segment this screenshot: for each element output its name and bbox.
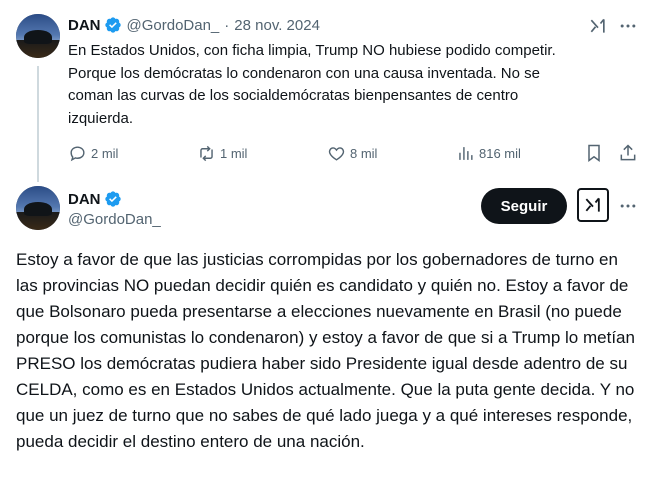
thread-line xyxy=(37,66,39,182)
grok-icon xyxy=(585,197,600,212)
reply-icon xyxy=(70,145,85,161)
tweet-date[interactable]: 28 nov. 2024 xyxy=(234,17,320,34)
author-name[interactable]: DAN xyxy=(68,191,101,208)
tweet-actions: 2 mil 1 mil 8 mil 816 mil xyxy=(68,142,640,164)
author-name[interactable]: DAN xyxy=(68,17,101,34)
grok-button[interactable] xyxy=(577,188,609,222)
tweet-header: DAN @GordoDan_ · 28 nov. 2024 xyxy=(68,15,320,35)
author-handle[interactable]: @GordoDan_ xyxy=(127,17,220,34)
verified-badge-icon xyxy=(104,17,121,33)
tweet-text: Estoy a favor de que las justicias corro… xyxy=(16,250,635,451)
views-button[interactable]: 816 mil xyxy=(456,142,521,164)
more-icon[interactable] xyxy=(618,16,638,36)
more-icon[interactable] xyxy=(618,196,638,216)
follow-button[interactable]: Seguir xyxy=(481,188,567,224)
author-handle[interactable]: @GordoDan_ xyxy=(68,211,161,228)
avatar[interactable] xyxy=(16,186,60,230)
views-count: 816 mil xyxy=(479,145,521,161)
views-icon xyxy=(459,146,473,160)
bookmark-icon[interactable] xyxy=(584,143,604,163)
tweet-text-line: Porque los demócratas lo condenaron con … xyxy=(68,64,540,82)
repost-button[interactable]: 1 mil xyxy=(197,142,247,164)
tweet-text-line: En Estados Unidos, con ficha limpia, Tru… xyxy=(68,42,556,59)
tweet-text: En Estados Unidos, con ficha limpia, Tru… xyxy=(68,40,638,130)
share-icon[interactable] xyxy=(618,143,638,163)
tweet-text-line: izquierda. xyxy=(68,109,134,127)
separator-dot: · xyxy=(224,16,230,34)
tweet-text-line: coman las curvas de los socialdemócratas… xyxy=(68,87,519,104)
repost-icon xyxy=(200,145,213,161)
verified-badge-icon xyxy=(104,191,121,207)
reply-button[interactable]: 2 mil xyxy=(68,142,118,164)
repost-count: 1 mil xyxy=(220,145,248,161)
reply-count: 2 mil xyxy=(91,145,119,161)
grok-icon[interactable] xyxy=(588,16,608,36)
like-button[interactable]: 8 mil xyxy=(327,142,377,164)
tweet-header: DAN xyxy=(68,189,122,209)
like-icon xyxy=(328,146,345,161)
like-count: 8 mil xyxy=(350,145,378,161)
avatar[interactable] xyxy=(16,14,60,58)
